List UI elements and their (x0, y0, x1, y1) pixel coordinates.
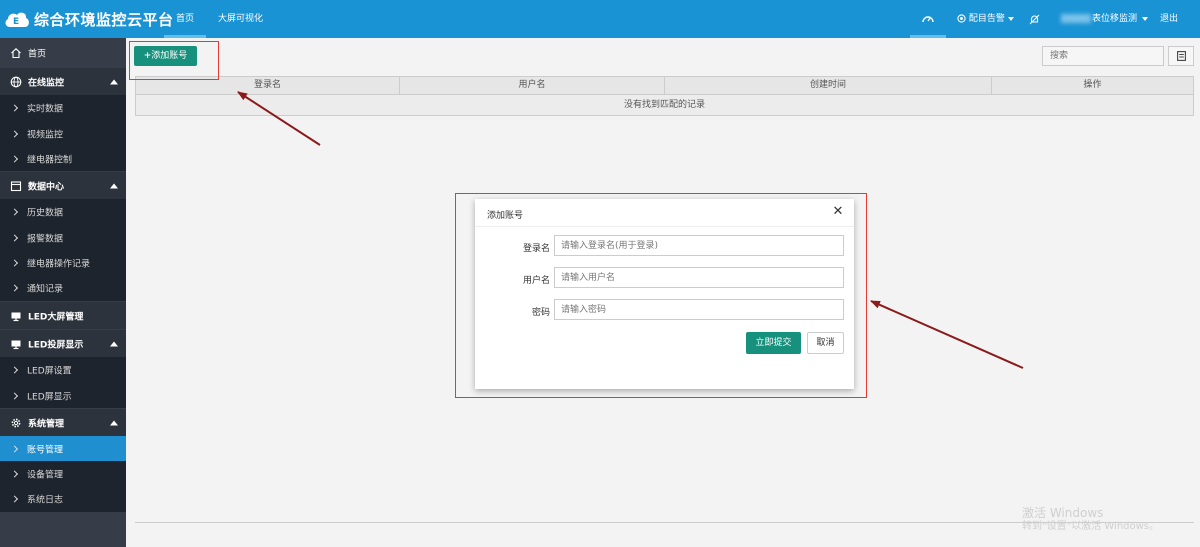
tab-home[interactable]: 首页 (164, 0, 207, 38)
sidebar-item-syslog[interactable]: 系统日志 (0, 486, 126, 512)
chevron-right-icon (10, 444, 19, 453)
sidebar-group-data[interactable]: 数据中心 (0, 172, 126, 199)
bell-icon (957, 14, 966, 23)
sidebar-item-label: 视频监控 (27, 130, 64, 140)
sidebar-item-relay-log[interactable]: 继电器操作记录 (0, 250, 126, 275)
chevron-up-icon (110, 183, 118, 188)
globe-icon (10, 76, 22, 87)
monitor-icon (11, 312, 21, 321)
top-header: E 综合环境监控云平台 首页 大屏可视化 配目告警 表位移监测 退出 (0, 0, 1200, 38)
sidebar-item-label: 继电器操作记录 (27, 259, 91, 269)
app-title: 综合环境监控云平台 (34, 11, 174, 29)
chevron-right-icon (10, 154, 19, 163)
windows-activation-watermark: 激活 Windows 转到"设置"以激活 Windows。 (1022, 506, 1159, 534)
chevron-right-icon (10, 129, 19, 138)
sidebar-item-realtime[interactable]: 实时数据 (0, 95, 126, 121)
watermark-line2: 转到"设置"以激活 Windows。 (1022, 521, 1160, 532)
alarm-menu[interactable]: 配目告警 (957, 0, 1014, 38)
sidebar-item-home[interactable]: 首页 (0, 40, 126, 66)
sidebar-item-notify[interactable]: 通知记录 (0, 275, 126, 301)
chevron-right-icon (10, 258, 19, 267)
sidebar-item-label: 继电器控制 (27, 155, 73, 165)
column-header-username[interactable]: 用户名 (400, 77, 665, 94)
sidebar-item-alarm[interactable]: 报警数据 (0, 225, 126, 250)
sidebar-group-label: LED大屏管理 (28, 312, 84, 322)
chevron-right-icon (10, 104, 19, 112)
avatar (1061, 14, 1091, 23)
sidebar-item-label: 设备管理 (27, 470, 64, 480)
sidebar-group-label: LED投屏显示 (28, 340, 84, 350)
chevron-right-icon (10, 469, 19, 478)
chevron-right-icon (10, 366, 19, 374)
columns-toggle-button[interactable] (1168, 46, 1194, 66)
chevron-up-icon (110, 79, 118, 84)
sidebar-item-relay[interactable]: 继电器控制 (0, 146, 126, 171)
columns-icon (1177, 51, 1186, 61)
sidebar-group-label: 在线监控 (28, 78, 65, 88)
gear-icon (11, 418, 21, 427)
alarm-label: 配目告警 (968, 14, 1005, 24)
user-label: 表位移监测 (1092, 14, 1138, 24)
chevron-right-icon (10, 391, 19, 400)
dashboard-button[interactable] (910, 0, 946, 38)
bell-off-icon[interactable] (1029, 14, 1040, 25)
sidebar-item-led-show[interactable]: LED屏显示 (0, 383, 126, 408)
sidebar-item-history[interactable]: 历史数据 (0, 199, 126, 225)
chevron-right-icon (10, 208, 19, 216)
annotation-highlight-add-button (129, 41, 219, 80)
chevron-down-icon (1007, 16, 1014, 21)
home-icon (11, 48, 21, 59)
sidebar-item-account[interactable]: 账号管理 (0, 436, 126, 461)
cloud-logo-icon: E (5, 12, 29, 27)
sidebar-item-label: 报警数据 (27, 234, 64, 244)
logout-link[interactable]: 退出 (1160, 0, 1178, 38)
chevron-right-icon (10, 284, 19, 292)
sidebar-item-device[interactable]: 设备管理 (0, 461, 126, 486)
sidebar-group-online[interactable]: 在线监控 (0, 68, 126, 95)
empty-table-message: 没有找到匹配的记录 (135, 95, 1194, 116)
search-input[interactable] (1042, 46, 1164, 66)
chevron-right-icon (10, 233, 19, 242)
tab-big-screen[interactable]: 大屏可视化 (206, 0, 275, 38)
calendar-icon (10, 180, 22, 191)
user-menu[interactable]: 表位移监测 (1061, 0, 1148, 38)
column-header-actions[interactable]: 操作 (992, 77, 1194, 94)
sidebar-item-label: 首页 (28, 49, 47, 60)
watermark-line1: 激活 Windows (1022, 506, 1104, 520)
sidebar-item-label: 历史数据 (27, 208, 64, 219)
annotation-highlight-dialog (455, 193, 867, 398)
dashboard-icon (922, 16, 934, 23)
chevron-up-icon (110, 420, 118, 425)
chevron-down-icon (1141, 16, 1148, 21)
sidebar-group-led-manage[interactable]: LED大屏管理 (0, 302, 126, 329)
sidebar-item-label: LED屏显示 (27, 392, 72, 402)
sidebar-item-video[interactable]: 视频监控 (0, 121, 126, 146)
sidebar-item-label: LED屏设置 (27, 366, 72, 377)
column-header-created[interactable]: 创建时间 (665, 77, 992, 94)
sidebar: 首页 在线监控 实时数据 视频监控 继电器控制 数据中心 历史数据 报警数据 继… (0, 38, 126, 547)
sidebar-group-label: 系统管理 (28, 419, 65, 429)
sidebar-item-label: 账号管理 (27, 445, 64, 455)
chevron-up-icon (110, 341, 118, 346)
account-table: 登录名 用户名 创建时间 操作 没有找到匹配的记录 (135, 76, 1194, 116)
sidebar-group-label: 数据中心 (28, 182, 65, 192)
sidebar-group-system[interactable]: 系统管理 (0, 409, 126, 436)
sidebar-item-label: 通知记录 (27, 284, 64, 295)
monitor-icon (11, 340, 21, 349)
sidebar-item-led-settings[interactable]: LED屏设置 (0, 357, 126, 383)
sidebar-group-led-display[interactable]: LED投屏显示 (0, 330, 126, 357)
chevron-right-icon (10, 495, 19, 503)
svg-text:E: E (13, 17, 19, 27)
sidebar-item-label: 系统日志 (27, 495, 64, 506)
sidebar-item-label: 实时数据 (27, 104, 64, 115)
table-header: 登录名 用户名 创建时间 操作 (135, 77, 1194, 95)
